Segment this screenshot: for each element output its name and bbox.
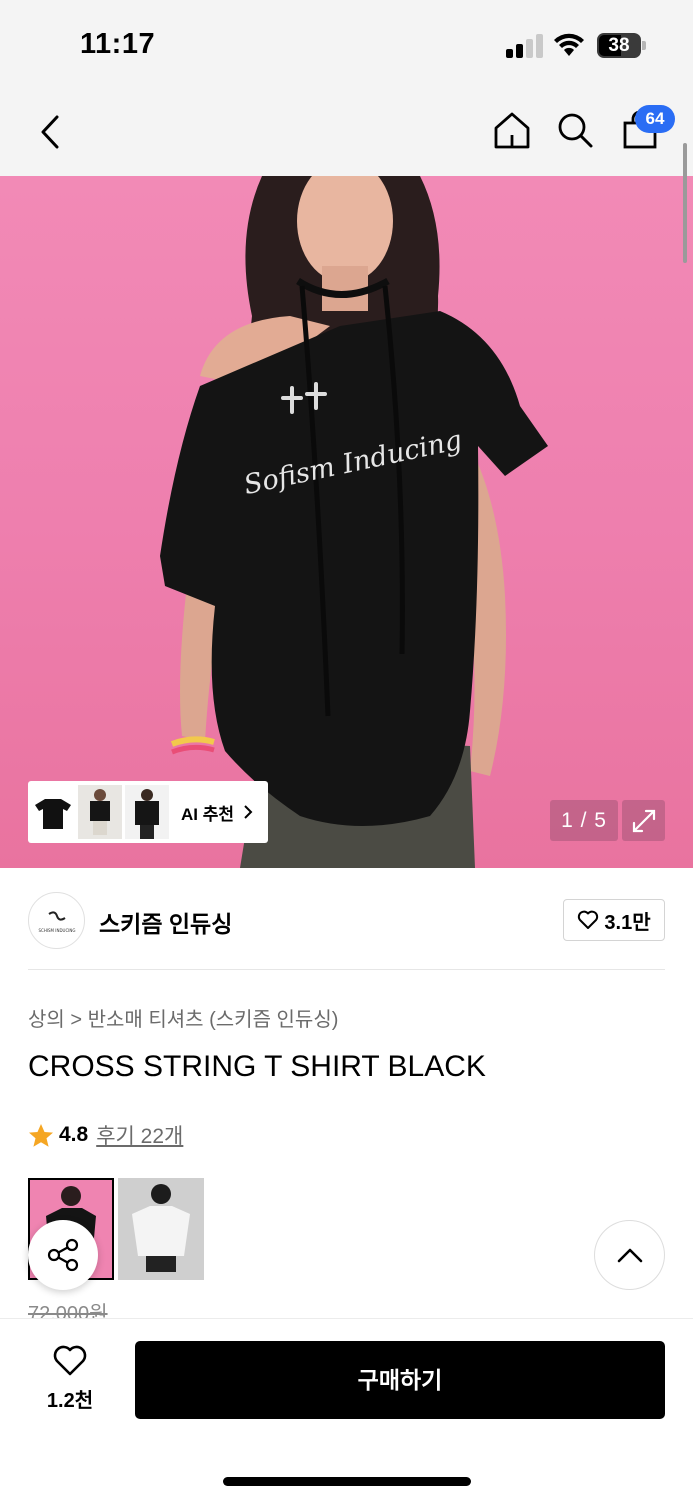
scroll-to-top-button[interactable]: [594, 1220, 665, 1290]
share-icon: [47, 1238, 79, 1272]
ai-recommendation-label: AI 추천: [181, 804, 235, 824]
search-button[interactable]: [553, 108, 597, 152]
ai-recommendation-button[interactable]: AI 추천: [28, 781, 268, 843]
ai-thumb-2: [78, 785, 122, 839]
status-time: 11:17: [80, 28, 156, 60]
home-icon: [494, 112, 530, 149]
rating-value: 4.8: [59, 1123, 89, 1146]
home-indicator: [223, 1477, 471, 1486]
share-button[interactable]: [28, 1220, 98, 1290]
back-icon: [41, 115, 59, 149]
ai-thumb-3: [125, 785, 169, 839]
scrollbar[interactable]: [683, 143, 687, 263]
brand-logo-text: SCHISM INDUCING: [38, 928, 75, 933]
divider: [28, 969, 665, 970]
chevron-up-icon: [617, 1248, 642, 1263]
brand-name[interactable]: 스키즘 인듀싱: [99, 905, 232, 939]
brand-like-count: 3.1만: [604, 911, 651, 934]
rating-row: 4.8 후기 22개: [28, 1120, 183, 1150]
review-link[interactable]: 후기 22개: [96, 1120, 183, 1150]
image-counter: 1 / 5: [550, 800, 618, 841]
brand-row[interactable]: SCHISM INDUCING 스키즘 인듀싱 3.1만: [0, 870, 693, 970]
back-button[interactable]: [30, 110, 70, 154]
wishlist-button[interactable]: 1.2천: [30, 1345, 110, 1415]
cart-count-badge: 64: [635, 105, 675, 133]
status-bar: 11:17 38: [0, 0, 693, 90]
ai-thumb-1: [31, 785, 75, 839]
expand-icon: [632, 809, 655, 832]
heart-icon: [578, 910, 599, 929]
buy-button[interactable]: 구매하기: [135, 1341, 665, 1419]
bottom-purchase-bar: 1.2천 구매하기: [0, 1318, 693, 1500]
heart-icon: [53, 1345, 87, 1376]
home-button[interactable]: [490, 108, 534, 152]
breadcrumb[interactable]: 상의 > 반소매 티셔츠 (스키즘 인듀싱): [28, 1003, 338, 1032]
brand-like-button[interactable]: 3.1만: [563, 899, 665, 941]
battery-icon: 38: [597, 33, 647, 58]
model-illustration: Sofism Inducing: [160, 176, 548, 868]
color-option-white[interactable]: [118, 1178, 204, 1280]
battery-level: 38: [608, 35, 630, 56]
brand-logo[interactable]: SCHISM INDUCING: [28, 892, 85, 949]
product-title: CROSS STRING T SHIRT BLACK: [28, 1050, 486, 1083]
expand-image-button[interactable]: [622, 800, 665, 841]
wifi-icon: [554, 33, 584, 56]
wishlist-count: 1.2천: [46, 1390, 94, 1412]
chevron-right-icon: [244, 805, 253, 819]
star-icon: [29, 1123, 53, 1147]
top-nav: [0, 90, 693, 176]
search-icon: [558, 113, 593, 148]
cellular-signal-icon: [506, 34, 544, 58]
product-hero-image[interactable]: Sofism Inducing AI 추천 1 / 5: [0, 176, 693, 868]
